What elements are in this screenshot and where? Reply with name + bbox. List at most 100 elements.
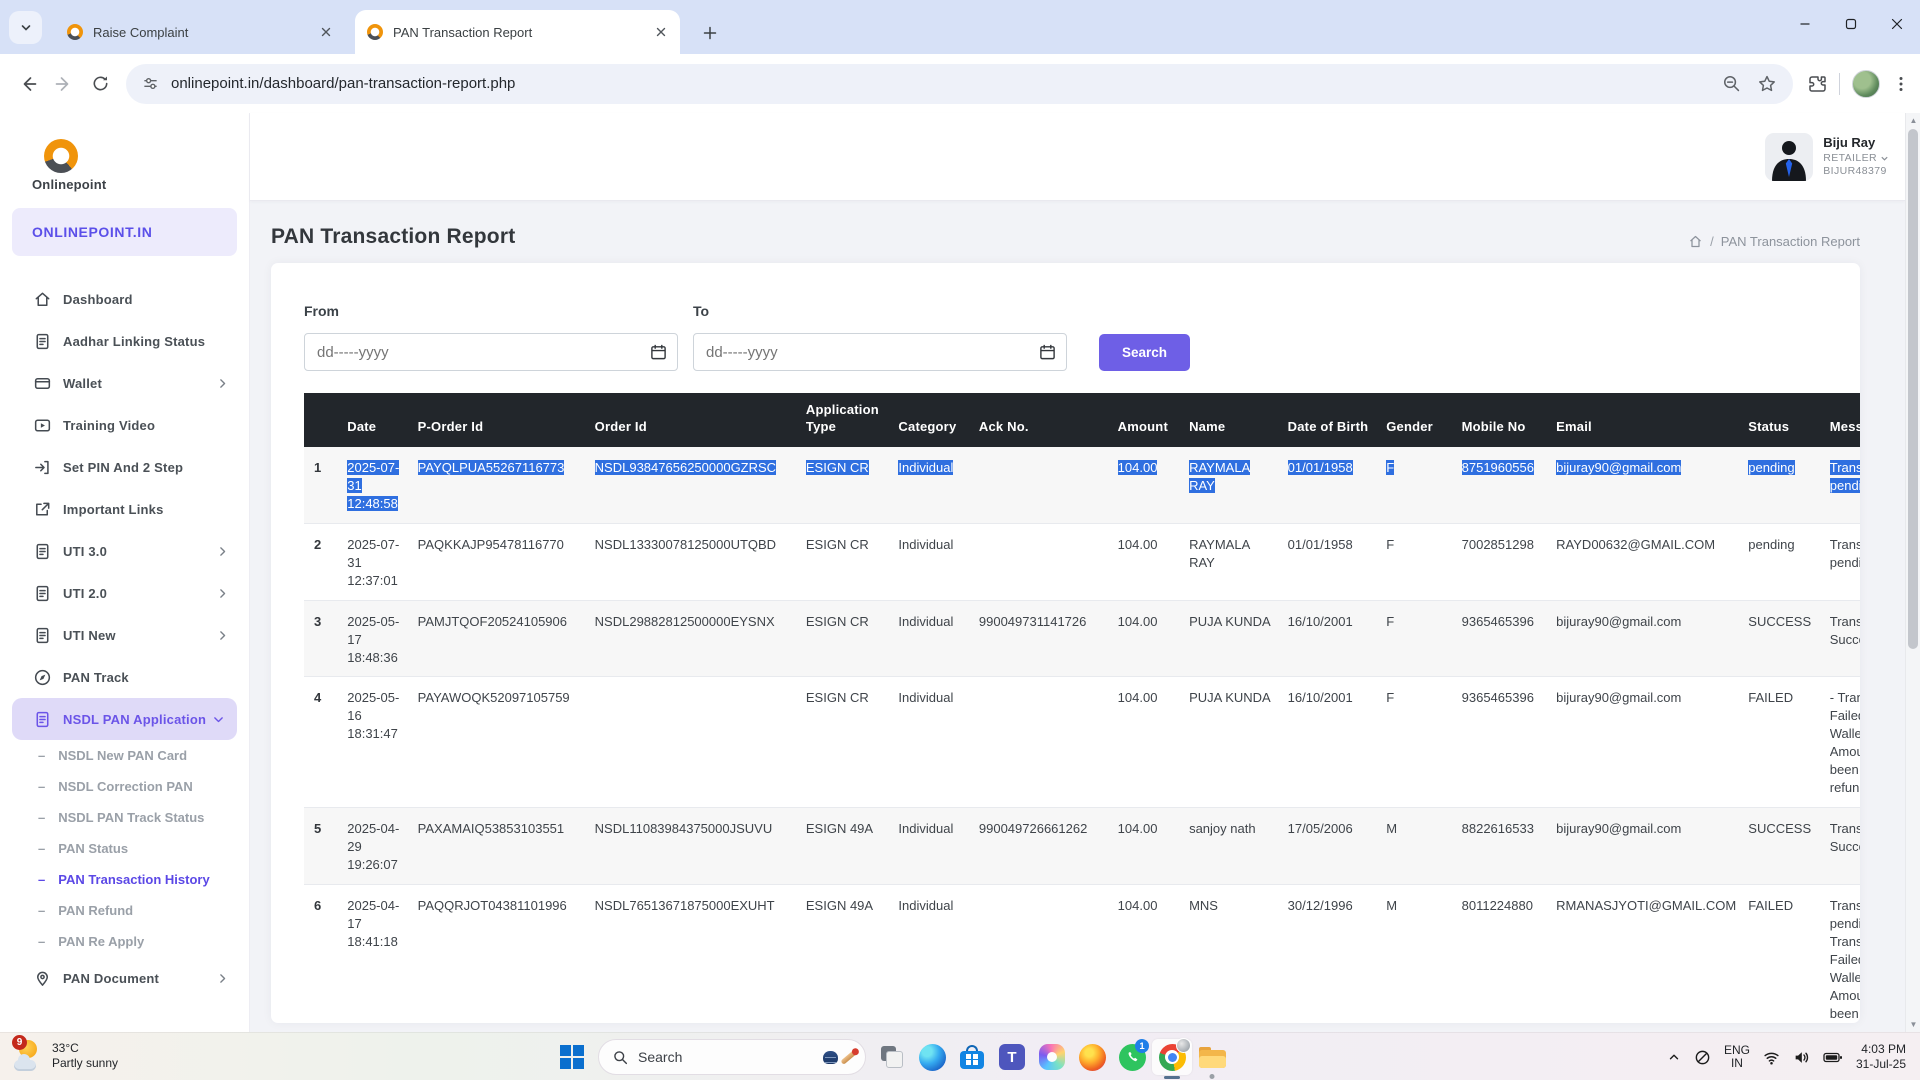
file-explorer-button[interactable] <box>1192 1039 1232 1075</box>
sidebar-item-uti-new[interactable]: UTI New <box>0 614 249 656</box>
home-icon[interactable] <box>1688 234 1703 249</box>
table-row: 42025-05-16 18:31:47PAYAWOQK52097105759E… <box>304 677 1860 808</box>
firefox-button[interactable] <box>1072 1039 1112 1075</box>
col-date: Date <box>347 393 417 447</box>
sidebar-item-nsdl-pan-application[interactable]: NSDL PAN Application <box>12 698 237 740</box>
calendar-icon[interactable] <box>1039 343 1056 361</box>
search-button[interactable]: Search <box>1099 334 1190 371</box>
chevron-down-icon <box>20 22 32 34</box>
sidebar-item-uti-2-0[interactable]: UTI 2.0 <box>0 572 249 614</box>
extensions-icon[interactable] <box>1807 74 1827 94</box>
language-switcher[interactable]: ENG IN <box>1724 1044 1750 1070</box>
sidebar-subitem-pan-refund[interactable]: –PAN Refund <box>0 895 249 926</box>
cell-mobile: 9365465396 <box>1462 677 1557 808</box>
new-tab-button[interactable] <box>697 20 723 46</box>
zoom-out-icon[interactable] <box>1722 74 1741 93</box>
sidebar-item-dashboard[interactable]: Dashboard <box>0 278 249 320</box>
scrollbar-thumb[interactable] <box>1908 129 1918 649</box>
col-date-of-birth: Date of Birth <box>1288 393 1387 447</box>
cell-application_type: ESIGN CR <box>806 600 899 677</box>
browser-menu-kebab-icon[interactable] <box>1892 75 1910 93</box>
sidebar-brand[interactable]: ONLINEPOINT.IN <box>12 208 237 256</box>
copilot-button[interactable] <box>1032 1039 1072 1075</box>
sidebar-subitem-pan-re-apply[interactable]: –PAN Re Apply <box>0 926 249 957</box>
notification-badge: 1 <box>1135 1039 1149 1053</box>
close-window-button[interactable] <box>1874 0 1920 48</box>
search-icon <box>613 1050 628 1065</box>
page-scrollbar[interactable]: ▲ ▼ <box>1905 113 1920 1032</box>
cell-gender: M <box>1386 884 1461 1023</box>
tab-search-button[interactable] <box>9 11 42 44</box>
sidebar-item-uti-3-0[interactable]: UTI 3.0 <box>0 530 249 572</box>
address-bar[interactable]: onlinepoint.in/dashboard/pan-transaction… <box>126 64 1793 104</box>
task-view-button[interactable] <box>872 1039 912 1075</box>
from-date-input[interactable] <box>305 334 677 370</box>
to-date-input[interactable] <box>694 334 1066 370</box>
calendar-icon[interactable] <box>650 343 667 361</box>
main-area: Biju Ray RETAILER BIJUR48379 PAN Transac… <box>250 113 1905 1032</box>
site-logo[interactable]: Onlinepoint <box>0 113 249 192</box>
start-button[interactable] <box>552 1039 592 1075</box>
sidebar-subitem-label: PAN Status <box>58 841 128 856</box>
browser-profile-avatar[interactable] <box>1852 70 1880 98</box>
tab-pan-transaction-report[interactable]: PAN Transaction Report <box>355 10 680 54</box>
dash-icon: – <box>38 903 45 918</box>
whatsapp-button[interactable]: 1 <box>1112 1039 1152 1075</box>
minimize-button[interactable] <box>1782 0 1828 48</box>
taskbar-search[interactable]: Search <box>598 1039 866 1075</box>
sidebar-item-wallet[interactable]: Wallet <box>0 362 249 404</box>
table-row: 52025-04-29 19:26:07PAXAMAIQ53853103551N… <box>304 808 1860 885</box>
hidden-icons-chevron[interactable] <box>1667 1050 1681 1064</box>
sidebar-item-pan-track[interactable]: PAN Track <box>0 656 249 698</box>
from-date-field[interactable] <box>304 333 678 371</box>
to-date-field[interactable] <box>693 333 1067 371</box>
user-profile[interactable]: Biju Ray RETAILER BIJUR48379 <box>1765 133 1889 181</box>
cell-application_type: ESIGN CR <box>806 523 899 600</box>
sidebar-item-important-links[interactable]: Important Links <box>0 488 249 530</box>
weather-widget[interactable]: 9 33°C Partly sunny <box>10 1037 118 1075</box>
sidebar-item-pan-document[interactable]: PAN Document <box>0 957 249 999</box>
ms-store-icon <box>959 1044 985 1070</box>
sidebar-item-label: NSDL PAN Application <box>63 712 212 727</box>
pen-disabled-icon[interactable] <box>1694 1049 1711 1066</box>
tab-raise-complaint[interactable]: Raise Complaint <box>55 10 345 54</box>
chrome-button[interactable] <box>1152 1039 1192 1075</box>
sidebar-subitem-nsdl-pan-track-status[interactable]: –NSDL PAN Track Status <box>0 802 249 833</box>
sidebar-item-aadhar-linking-status[interactable]: Aadhar Linking Status <box>0 320 249 362</box>
cell-gender: F <box>1386 523 1461 600</box>
battery-icon[interactable] <box>1823 1050 1843 1065</box>
volume-icon[interactable] <box>1793 1049 1810 1066</box>
time: 4:03 PM <box>1856 1042 1906 1057</box>
tab-close-icon[interactable] <box>652 23 670 41</box>
chevron-down-icon <box>212 713 225 726</box>
back-button[interactable] <box>10 66 46 102</box>
tab-close-icon[interactable] <box>317 23 335 41</box>
edge-button[interactable] <box>912 1039 952 1075</box>
reload-button[interactable] <box>82 66 118 102</box>
ms-store-button[interactable] <box>952 1039 992 1075</box>
cell-ack_no: 990049726661262 <box>979 808 1118 885</box>
sidebar-item-set-pin-and-2-step[interactable]: Set PIN And 2 Step <box>0 446 249 488</box>
maximize-button[interactable] <box>1828 0 1874 48</box>
sidebar-subitem-nsdl-new-pan-card[interactable]: –NSDL New PAN Card <box>0 740 249 771</box>
cell-dob: 17/05/2006 <box>1288 808 1387 885</box>
cell-message: TransSucce <box>1830 808 1860 885</box>
wifi-icon[interactable] <box>1763 1049 1780 1066</box>
sidebar-subitem-nsdl-correction-pan[interactable]: –NSDL Correction PAN <box>0 771 249 802</box>
doc-icon <box>33 626 52 645</box>
taskbar-center: Search T 1 <box>552 1039 1232 1075</box>
cell-status: SUCCESS <box>1748 808 1829 885</box>
sidebar-item-training-video[interactable]: Training Video <box>0 404 249 446</box>
taskbar-clock[interactable]: 4:03 PM 31-Jul-25 <box>1856 1042 1906 1072</box>
forward-button[interactable] <box>46 66 82 102</box>
transactions-table-region[interactable]: DateP-Order IdOrder IdApplication TypeCa… <box>304 393 1860 1023</box>
cell-name: MNS <box>1189 884 1288 1023</box>
scroll-down-arrow[interactable]: ▼ <box>1906 1017 1920 1032</box>
col-category: Category <box>898 393 978 447</box>
teams-button[interactable]: T <box>992 1039 1032 1075</box>
bookmark-star-icon[interactable] <box>1757 74 1777 94</box>
sidebar-subitem-pan-status[interactable]: –PAN Status <box>0 833 249 864</box>
chevron-right-icon <box>216 377 229 390</box>
scroll-up-arrow[interactable]: ▲ <box>1906 113 1920 128</box>
sidebar-subitem-pan-transaction-history[interactable]: –PAN Transaction History <box>0 864 249 895</box>
